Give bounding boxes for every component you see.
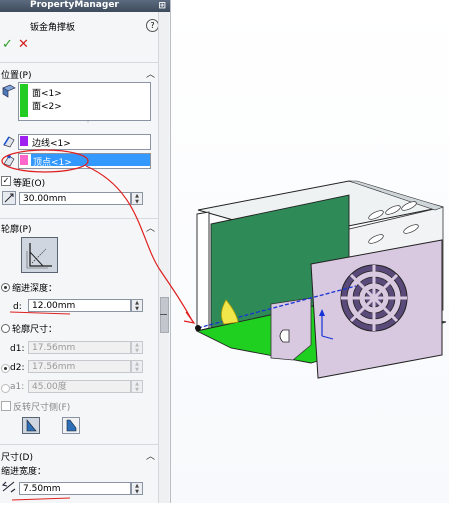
d1-input[interactable]: 17.56mm xyxy=(28,341,131,354)
property-manager-panel: PropertyManager ⊞ 钣金角撑板 ? ✓ ✕ 位置(P) ︿ 面<… xyxy=(0,0,171,503)
flip-side-checkbox[interactable] xyxy=(1,401,11,411)
equal-spacing-checkbox[interactable]: ✓ xyxy=(1,176,11,186)
edge-item[interactable]: 边线<1> xyxy=(32,136,71,149)
face-color-bar xyxy=(20,84,28,117)
vertex-item[interactable]: 顶点<1> xyxy=(33,155,72,168)
cancel-button[interactable]: ✕ xyxy=(18,37,29,52)
selected-vertex xyxy=(195,325,201,331)
indent-width-label: 缩进宽度： xyxy=(1,467,47,477)
edge-selection-box[interactable]: 边线<1> xyxy=(18,134,151,150)
edge-select-icon xyxy=(3,136,15,148)
feature-title: 钣金角撑板 xyxy=(30,23,76,33)
vertex-color-bar xyxy=(20,155,28,165)
a1-radio[interactable] xyxy=(1,384,10,393)
profile-gusset-icon[interactable] xyxy=(21,237,58,273)
vertex-selection-box[interactable]: 顶点<1> xyxy=(18,153,151,169)
d2-spinner[interactable]: ▲ ▼ xyxy=(131,360,143,373)
indent-depth-label: 缩进深度： xyxy=(12,284,58,294)
tab-notch xyxy=(279,329,290,343)
divider xyxy=(0,218,158,219)
d2-label: d2: xyxy=(10,363,25,373)
indent-width-icon xyxy=(2,481,16,493)
profile-section-title[interactable]: 轮廓(P) xyxy=(1,222,31,235)
scrollbar-grip xyxy=(160,314,167,315)
indent-depth-input[interactable]: 12.00mm xyxy=(28,299,131,312)
panel-title-bar: PropertyManager ⊞ xyxy=(0,0,170,12)
fan-grille xyxy=(340,264,408,332)
offset-distance-input[interactable]: 30.00mm xyxy=(19,192,131,205)
sheet-metal-model[interactable] xyxy=(171,0,449,503)
offset-spinner[interactable]: ▲ ▼ xyxy=(131,192,143,205)
panel-title: PropertyManager xyxy=(30,0,119,10)
d1-spinner[interactable]: ▲ ▼ xyxy=(131,341,143,354)
face-item-1[interactable]: 面<1> xyxy=(32,86,62,99)
resize-handle-icon[interactable]: ◦ xyxy=(86,118,90,126)
divider xyxy=(0,62,158,63)
d1-label: d1: xyxy=(10,344,25,354)
indent-width-spinner[interactable]: ▲ ▼ xyxy=(131,482,143,495)
d-label: d: xyxy=(13,302,22,312)
collapse-chevron-icon[interactable]: ︿ xyxy=(146,67,155,80)
offset-icon xyxy=(2,191,16,205)
flip-side-label: 反转尺寸侧(F) xyxy=(13,403,71,413)
indent-depth-spinner[interactable]: ▲ ▼ xyxy=(131,299,143,312)
model-left-flange xyxy=(196,211,210,332)
divider xyxy=(0,444,158,445)
a1-input[interactable]: 45.00度 xyxy=(28,380,131,393)
profile-dims-radio[interactable] xyxy=(1,324,10,333)
face-item-2[interactable]: 面<2> xyxy=(32,99,62,112)
indent-depth-radio[interactable] xyxy=(1,283,10,292)
d2-input[interactable]: 17.56mm xyxy=(28,360,131,373)
vertex-select-icon xyxy=(3,154,15,167)
pin-icon[interactable]: ⊞ xyxy=(158,1,166,11)
ok-button[interactable]: ✓ xyxy=(2,37,13,52)
equal-spacing-label: 等距(O) xyxy=(13,179,46,189)
flat-gusset-icon[interactable] xyxy=(62,417,80,434)
indent-width-input[interactable]: 7.50mm xyxy=(19,482,131,495)
position-section-title[interactable]: 位置(P) xyxy=(1,68,31,81)
rounded-gusset-icon[interactable] xyxy=(22,417,40,434)
dimensions-section-title[interactable]: 尺寸(D) xyxy=(1,450,33,463)
edge-color-bar xyxy=(20,136,28,146)
panel-scrollbar[interactable] xyxy=(158,12,169,503)
profile-dims-label: 轮廓尺寸： xyxy=(12,325,58,335)
graphics-viewport[interactable] xyxy=(171,0,449,503)
face-select-icon xyxy=(2,84,16,98)
d2-radio[interactable] xyxy=(1,364,10,373)
collapse-chevron-icon[interactable]: ︿ xyxy=(146,449,155,462)
a1-label: a1: xyxy=(10,382,25,392)
faces-selection-box[interactable]: 面<1> 面<2> xyxy=(18,82,151,121)
scrollbar-thumb[interactable] xyxy=(160,297,169,333)
a1-spinner[interactable]: ▲ ▼ xyxy=(131,380,143,393)
collapse-chevron-icon[interactable]: ︿ xyxy=(146,221,155,234)
